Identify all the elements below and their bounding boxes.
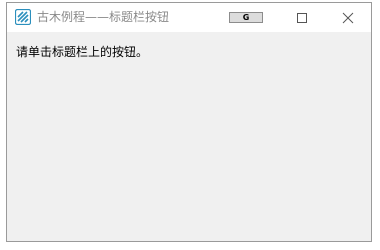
title-bar[interactable]: 古木例程——标题栏按钮 G — [7, 3, 371, 32]
maximize-icon — [297, 13, 307, 23]
maximize-button[interactable] — [279, 3, 325, 32]
app-logo-icon — [14, 8, 32, 26]
instruction-text: 请单击标题栏上的按钮。 — [16, 45, 149, 59]
titlebar-custom-button[interactable]: G — [229, 12, 263, 23]
client-area: 请单击标题栏上的按钮。 — [7, 32, 371, 241]
close-button[interactable] — [325, 3, 371, 32]
window-title: 古木例程——标题栏按钮 — [37, 10, 170, 24]
close-icon — [342, 12, 354, 24]
app-window: 古木例程——标题栏按钮 G 请单击标题栏上的按钮。 — [6, 2, 372, 242]
